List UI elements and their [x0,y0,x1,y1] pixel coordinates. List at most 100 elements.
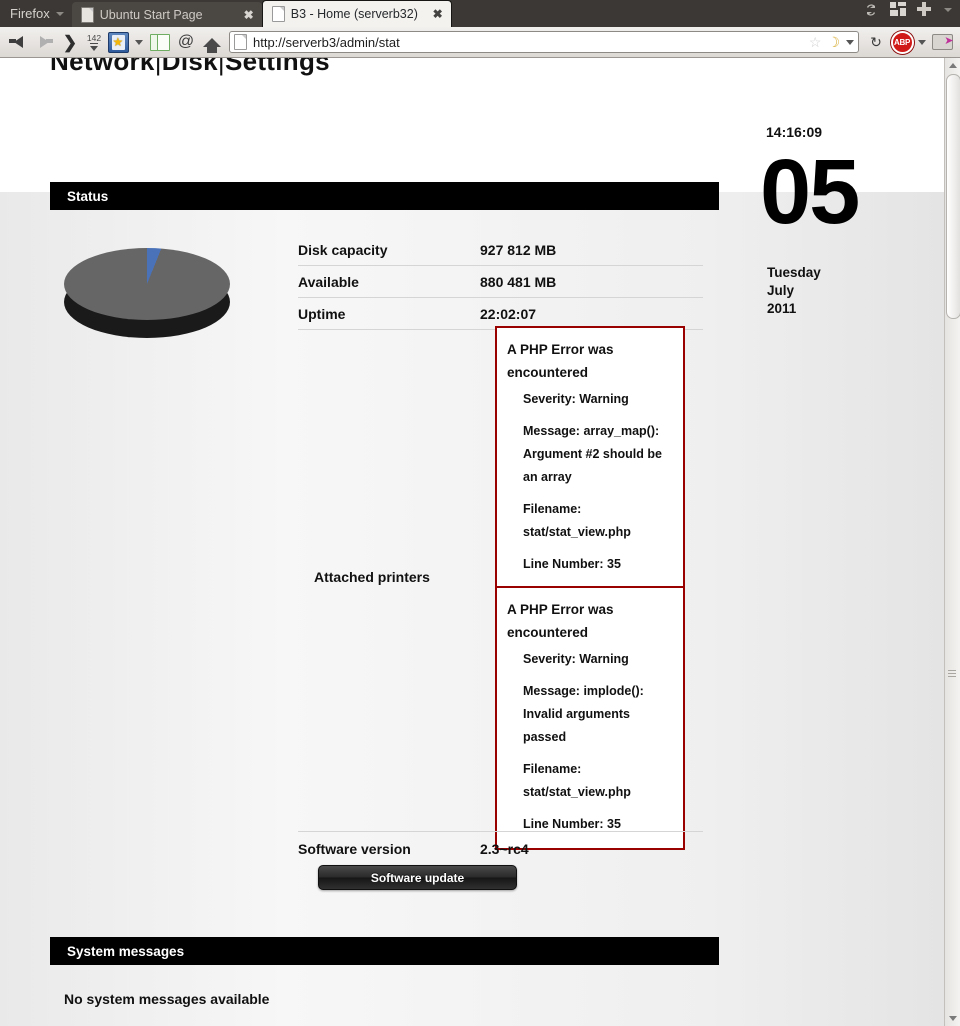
sidebar-panel-icon [150,33,170,51]
tab-bar: Firefox Ubuntu Start Page ✖ B3 - Home (s… [0,0,960,27]
browser-window: Firefox Ubuntu Start Page ✖ B3 - Home (s… [0,0,960,1026]
stat-value: 22:02:07 [480,305,537,322]
chevron-right-icon: ❯ [62,32,78,52]
nav-link-disk[interactable]: Disk [162,58,218,76]
calendar-year: 2011 [767,301,797,316]
admin-stat-page: Network|Disk|Settings Status Disk capaci… [0,58,944,1026]
divider [298,831,703,832]
downloads-button[interactable]: 142 [83,29,105,55]
page-document-icon [271,6,285,22]
scroll-up-button[interactable] [945,58,960,73]
mail-button[interactable]: @ [173,29,199,55]
adblock-button[interactable]: ABP [889,29,915,55]
software-version-row: Software version 2.3~rc4 [298,838,529,860]
back-arrow-stem [9,39,16,43]
vertical-scrollbar[interactable] [944,58,960,1026]
tab-title: Ubuntu Start Page [99,7,203,22]
firefox-menu-button[interactable]: Firefox [0,0,72,27]
tab-ubuntu-start-page[interactable]: Ubuntu Start Page ✖ [71,2,262,27]
url-input[interactable]: http://serverb3/admin/stat [253,35,803,50]
sidebar-button[interactable] [147,29,173,55]
adblock-dropdown[interactable] [915,29,929,55]
next-chevron-button[interactable]: ❯ [57,29,83,55]
nav-link-settings[interactable]: Settings [225,58,330,76]
calendar-weekday: Tuesday [767,265,821,280]
table-row: Disk capacity 927 812 MB [298,234,703,266]
scroll-down-button[interactable] [945,1011,960,1026]
adblock-icon: ABP [890,30,914,54]
home-icon [203,37,221,53]
scrollbar-thumb[interactable] [946,74,960,319]
close-icon[interactable]: ✖ [244,9,254,21]
page-document-icon [234,34,247,50]
printers-label: Attached printers [314,569,430,585]
chevron-down-icon [55,11,64,16]
bookmarks-book-icon: ★ [107,31,129,53]
star-icon: ★ [112,34,124,49]
reader-moon-icon[interactable]: ☽ [827,34,840,51]
chevron-down-icon [90,45,98,51]
reload-icon: ↻ [870,33,882,50]
php-error-title: A PHP Error was encountered [507,602,614,640]
chevron-down-icon [948,1016,957,1021]
back-button[interactable] [5,29,31,55]
url-bar[interactable]: http://serverb3/admin/stat ☆ ☽ [229,31,859,53]
downloads-bar [90,42,98,44]
nav-separator: | [217,58,225,76]
stat-value: 927 812 MB [480,241,557,258]
php-error-box: A PHP Error was encountered Severity: Wa… [495,326,685,590]
php-error-message: Message: array_map(): Argument #2 should… [523,424,662,484]
bookmark-star-icon[interactable]: ☆ [809,34,822,51]
section-header-system-messages: System messages [50,937,719,965]
home-button[interactable] [199,29,225,55]
forward-arrow-stem [46,39,53,43]
php-error-line-number: Line Number: 35 [523,817,621,831]
scrollbar-grip-icon [948,668,956,679]
page-viewport: Network|Disk|Settings Status Disk capaci… [0,58,960,1026]
tab-list-chevron-icon[interactable] [944,7,952,12]
chevron-down-icon [918,39,926,45]
disk-stats-table: Disk capacity 927 812 MB Available 880 4… [298,234,703,330]
php-error-severity: Severity: Warning [523,652,629,666]
bookmarks-dropdown[interactable] [131,29,147,55]
php-error-box: A PHP Error was encountered Severity: Wa… [495,586,685,850]
calendar-month: July [767,283,795,298]
tab-bar-actions [863,0,960,27]
software-version-label: Software version [298,841,411,857]
stat-value: 880 481 MB [480,273,557,290]
php-error-filename: Filename: stat/stat_view.php [523,762,631,799]
firefox-menu-label: Firefox [10,6,50,21]
tab-b3-home[interactable]: B3 - Home (serverb32) ✖ [261,0,452,27]
nav-separator: | [154,58,162,76]
system-messages-empty-text: No system messages available [64,991,270,1007]
reload-button[interactable]: ↻ [863,29,889,55]
chevron-down-icon [135,39,143,45]
section-header-status: Status [50,182,719,210]
php-error-message: Message: implode(): Invalid arguments pa… [523,684,644,744]
stat-label: Uptime [298,305,346,322]
software-version-value: 2.3~rc4 [480,841,529,857]
disk-usage-pie-chart [64,248,232,348]
stat-label: Available [298,273,359,290]
add-tab-icon[interactable] [917,1,933,18]
nav-link-network[interactable]: Network [50,58,155,76]
close-icon[interactable]: ✖ [433,8,443,20]
php-error-title: A PHP Error was encountered [507,342,614,380]
pie-chart-slices [64,248,230,320]
site-navigation: Network|Disk|Settings [50,58,330,77]
stat-label: Disk capacity [298,241,388,258]
software-update-button[interactable]: Software update [318,865,517,890]
share-button[interactable] [929,29,955,55]
forward-button[interactable] [31,29,57,55]
sync-icon[interactable] [863,2,879,18]
downloads-count: 142 [86,32,102,43]
chevron-down-icon[interactable] [846,39,854,45]
at-sign-icon: @ [177,33,195,50]
calendar-date-details: Tuesday July 2011 [767,264,821,318]
section-title: Status [67,188,109,204]
php-error-severity: Severity: Warning [523,392,629,406]
page-document-icon [80,6,94,23]
section-title: System messages [67,943,185,959]
bookmarks-button[interactable]: ★ [105,29,131,55]
apps-grid-icon[interactable] [890,1,906,18]
